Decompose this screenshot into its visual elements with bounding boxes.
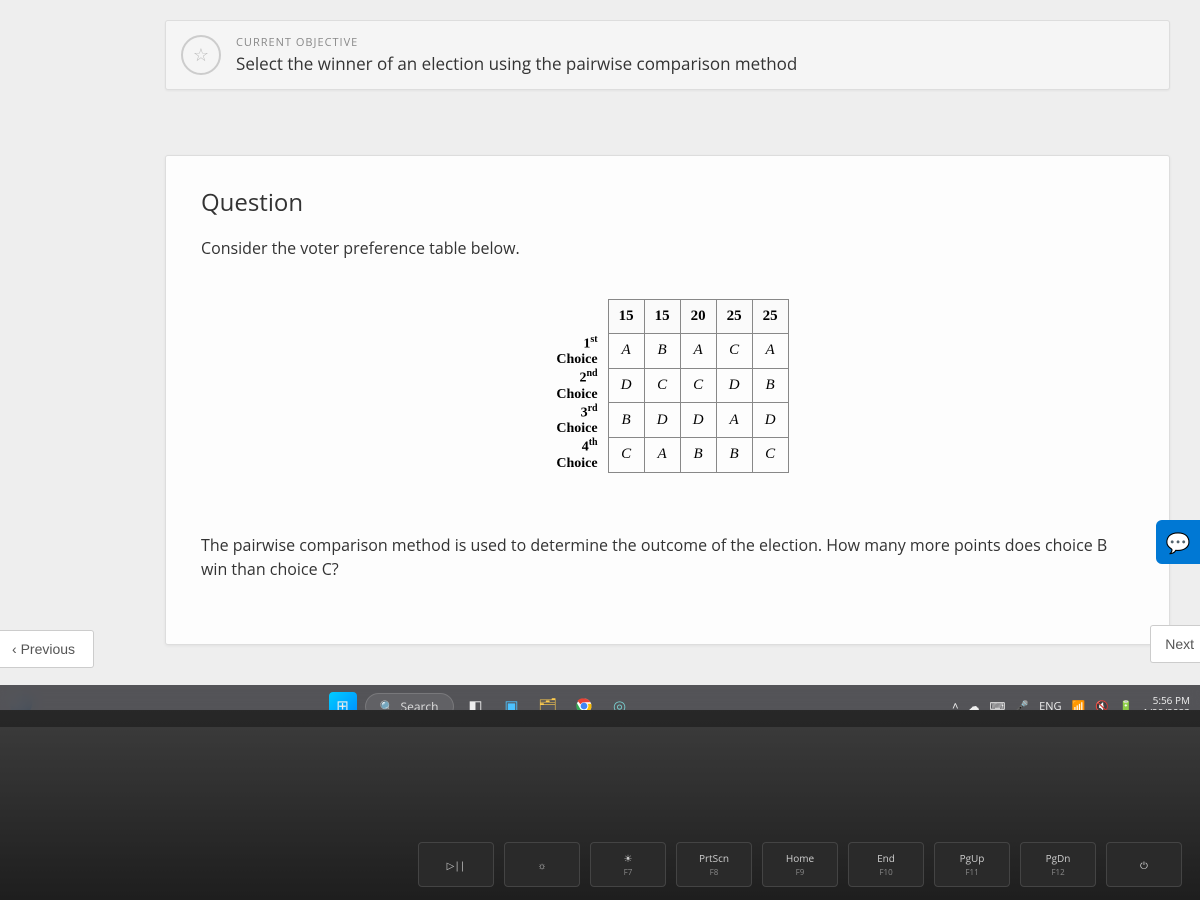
question-followup: The pairwise comparison method is used t…: [201, 533, 1134, 581]
volume-mute-icon[interactable]: 🔇: [1095, 699, 1109, 711]
star-icon: ☆: [181, 35, 221, 75]
keyboard-key: ▷||: [418, 842, 494, 887]
keyboard-key: EndF10: [848, 842, 924, 887]
table-row: 3rd ChoiceBDDAD: [546, 403, 788, 438]
table-row: 2nd ChoiceDCCDB: [546, 368, 788, 403]
language-indicator[interactable]: ENG: [1039, 699, 1061, 711]
table-cell: A: [752, 334, 788, 369]
battery-icon[interactable]: 🔋: [1119, 699, 1133, 711]
row-label: 4th Choice: [546, 437, 608, 472]
table-row: 4th ChoiceCABBC: [546, 437, 788, 472]
table-cell: B: [608, 403, 644, 438]
table-cell: D: [680, 403, 716, 438]
taskbar-search[interactable]: 🔍 Search: [365, 693, 454, 711]
chevron-left-icon: ‹: [12, 641, 21, 657]
table-cell: C: [608, 437, 644, 472]
table-cell: D: [608, 368, 644, 403]
keyboard-key: HomeF9: [762, 842, 838, 887]
table-cell: A: [608, 334, 644, 369]
voter-count: 25: [752, 300, 788, 334]
table-cell: B: [716, 437, 752, 472]
table-cell: C: [644, 368, 680, 403]
taskbar: ⊞ 🔍 Search ◧ ▣ 🗂 ◎ ˄ ☁ ⌨ 🎤 ENG 📶 🔇 🔋 5:5…: [0, 685, 1200, 710]
table-cell: D: [716, 368, 752, 403]
preference-table: 15 15 20 25 25 1st ChoiceABACA2nd Choice…: [546, 299, 788, 473]
row-label: 1st Choice: [546, 334, 608, 369]
start-button[interactable]: ⊞: [329, 692, 357, 710]
question-heading: Question: [201, 186, 1134, 219]
table-header-row: 15 15 20 25 25: [546, 300, 788, 334]
keyboard-key: ☼: [504, 842, 580, 887]
mic-icon[interactable]: 🎤: [1015, 699, 1029, 711]
voter-count: 15: [644, 300, 680, 334]
voter-count: 25: [716, 300, 752, 334]
keyboard-key: PgDnF12: [1020, 842, 1096, 887]
table-cell: D: [752, 403, 788, 438]
keyboard-key: PgUpF11: [934, 842, 1010, 887]
keyboard-key: ☀F7: [590, 842, 666, 887]
app-icon[interactable]: ◎: [606, 692, 634, 710]
search-icon: 🔍: [380, 698, 395, 711]
row-label: 2nd Choice: [546, 368, 608, 403]
next-label: Next: [1165, 636, 1194, 652]
previous-button[interactable]: ‹ Previous: [0, 630, 94, 668]
objective-label: CURRENT OBJECTIVE: [236, 35, 1154, 50]
table-row: 1st ChoiceABACA: [546, 334, 788, 369]
next-button[interactable]: Next: [1150, 625, 1200, 663]
row-label: 3rd Choice: [546, 403, 608, 438]
table-cell: C: [716, 334, 752, 369]
previous-label: Previous: [21, 641, 75, 657]
clock[interactable]: 5:56 PM 1/20/2023: [1143, 694, 1190, 710]
table-cell: C: [752, 437, 788, 472]
table-cell: C: [680, 368, 716, 403]
objective-title: Select the winner of an election using t…: [236, 52, 1154, 75]
objective-text: CURRENT OBJECTIVE Select the winner of a…: [236, 35, 1154, 75]
search-label: Search: [401, 698, 439, 711]
wifi-icon[interactable]: 📶: [1072, 699, 1086, 711]
app-icon[interactable]: ▣: [498, 692, 526, 710]
table-cell: B: [680, 437, 716, 472]
table-cell: B: [752, 368, 788, 403]
chat-icon: 💬: [1166, 529, 1191, 556]
voter-count: 15: [608, 300, 644, 334]
keyboard-key: ⏻: [1106, 842, 1182, 887]
keyboard-icon[interactable]: ⌨: [990, 699, 1006, 711]
objective-bar: ☆ CURRENT OBJECTIVE Select the winner of…: [165, 20, 1170, 90]
file-explorer-icon[interactable]: 🗂: [534, 692, 562, 710]
keyboard-key: PrtScnF8: [676, 842, 752, 887]
table-cell: B: [644, 334, 680, 369]
table-cell: A: [680, 334, 716, 369]
table-cell: A: [716, 403, 752, 438]
cloud-icon[interactable]: ☁: [969, 699, 980, 711]
table-corner: [546, 300, 608, 334]
question-panel: Question Consider the voter preference t…: [165, 155, 1170, 645]
question-prompt: Consider the voter preference table belo…: [201, 237, 1134, 259]
chat-button[interactable]: 💬: [1156, 520, 1200, 564]
table-cell: A: [644, 437, 680, 472]
chevron-up-icon[interactable]: ˄: [952, 699, 958, 711]
voter-count: 20: [680, 300, 716, 334]
laptop-body: ▷||☼☀F7PrtScnF8HomeF9EndF10PgUpF11PgDnF1…: [0, 727, 1200, 900]
task-view-icon[interactable]: ◧: [462, 692, 490, 710]
table-cell: D: [644, 403, 680, 438]
date-text: 1/20/2023: [1143, 706, 1190, 710]
chrome-icon[interactable]: [570, 692, 598, 710]
